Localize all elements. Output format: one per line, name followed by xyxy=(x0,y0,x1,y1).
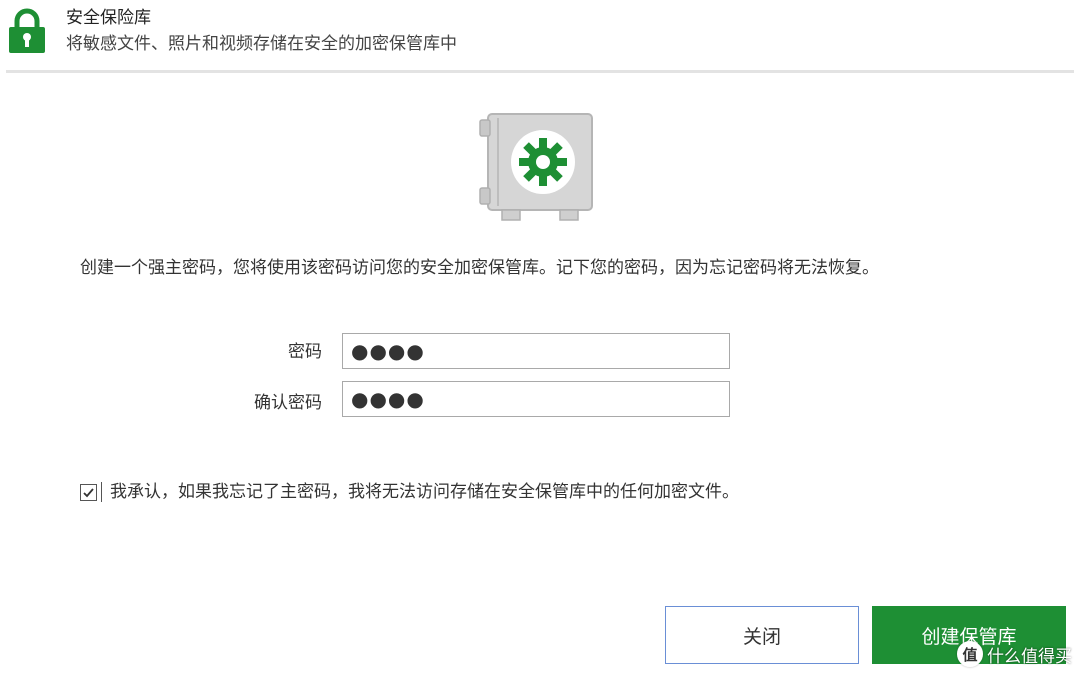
close-button[interactable]: 关闭 xyxy=(665,606,859,664)
header-divider xyxy=(6,70,1074,73)
password-input[interactable]: ●●●● xyxy=(342,333,730,369)
vault-gear-icon xyxy=(479,113,593,221)
lock-icon xyxy=(9,8,45,53)
dialog-header: 安全保险库 将敏感文件、照片和视频存储在安全的加密保管库中 xyxy=(0,0,1080,72)
acknowledge-label[interactable]: 我承认，如果我忘记了主密码，我将无法访问存储在安全保管库中的任何加密文件。 xyxy=(110,480,739,504)
dialog-subtitle: 将敏感文件、照片和视频存储在安全的加密保管库中 xyxy=(66,34,457,54)
watermark-logo-icon: 值 xyxy=(957,641,983,667)
dialog-title: 安全保险库 xyxy=(66,8,151,28)
password-label: 密码 xyxy=(288,342,322,362)
confirm-password-input[interactable]: ●●●● xyxy=(342,381,730,417)
acknowledge-row[interactable]: 我承认，如果我忘记了主密码，我将无法访问存储在安全保管库中的任何加密文件。 xyxy=(80,480,739,504)
watermark: 值 什么值得买 xyxy=(957,641,1072,667)
confirm-password-label: 确认密码 xyxy=(254,393,322,413)
instructions-text: 创建一个强主密码，您将使用该密码访问您的安全加密保管库。记下您的密码，因为忘记密… xyxy=(80,258,879,278)
focus-indicator xyxy=(101,482,102,502)
acknowledge-checkbox[interactable] xyxy=(80,483,97,501)
checkmark-icon xyxy=(83,487,94,497)
watermark-text: 什么值得买 xyxy=(987,646,1072,667)
